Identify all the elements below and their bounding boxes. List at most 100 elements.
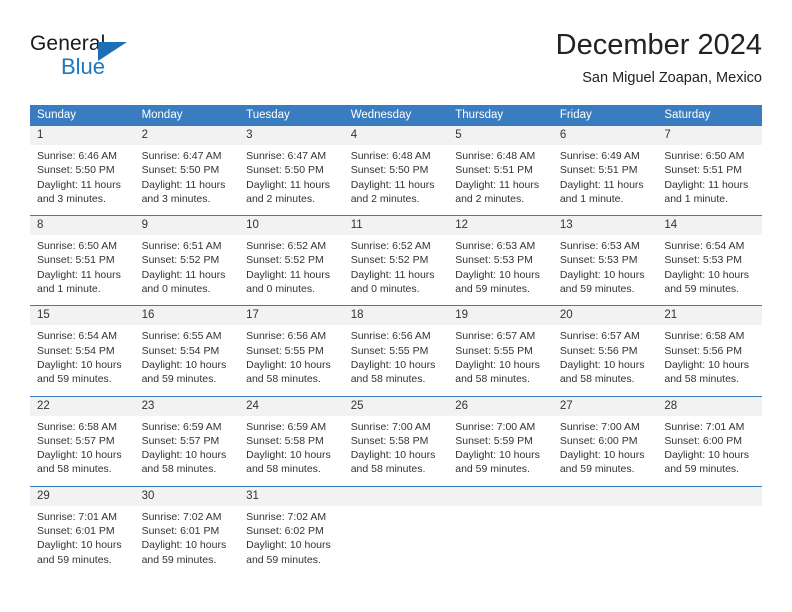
general-blue-logo[interactable]: General Blue	[30, 32, 200, 90]
day-number-band	[343, 486, 449, 506]
calendar-day-cell[interactable]: 2 Sunrise: 6:47 AM Sunset: 5:50 PM Daylight…	[134, 126, 240, 216]
day-number	[344, 487, 449, 490]
calendar-day-cell[interactable]: 19 Sunrise: 6:57 AM Sunset: 5:55 PM Dayligh…	[448, 305, 553, 397]
day-cell-body: Sunrise: 6:56 AM Sunset: 5:55 PM Daylight:…	[239, 325, 344, 396]
day-cell-body	[343, 505, 449, 575]
sunset-text: Sunset: 5:55 PM	[350, 344, 429, 357]
day-number: 28	[664, 399, 678, 412]
day-number: 23	[141, 399, 155, 412]
calendar-day-cell[interactable]: 20 Sunrise: 6:57 AM Sunset: 5:56 PM Dayligh…	[552, 305, 658, 397]
daylight-text-line2: and 58 minutes.	[455, 373, 530, 386]
daylight-text-line2: and 58 minutes.	[559, 373, 635, 386]
calendar-day-cell[interactable]: 6 Sunrise: 6:49 AM Sunset: 5:51 PM Daylight…	[552, 126, 658, 216]
daylight-text-line2: and 0 minutes.	[246, 283, 316, 296]
daylight-text-line2: and 58 minutes.	[246, 463, 321, 476]
day-number-band: 2	[134, 126, 240, 145]
day-number-band	[552, 486, 658, 506]
day-number-band	[448, 486, 553, 506]
weekday-header-saturday: Saturday	[657, 105, 762, 126]
daylight-text-line1: Daylight: 11 hours	[37, 268, 121, 281]
calendar-day-cell[interactable]: 10 Sunrise: 6:52 AM Sunset: 5:52 PM Dayligh…	[239, 215, 344, 306]
calendar-day-cell[interactable]: 24 Sunrise: 6:59 AM Sunset: 5:58 PM Dayligh…	[239, 395, 344, 487]
sunrise-text: Sunrise: 6:48 AM	[350, 150, 431, 162]
calendar-day-cell[interactable]: 26 Sunrise: 7:00 AM Sunset: 5:59 PM Dayligh…	[448, 395, 553, 487]
day-number-band: 27	[552, 396, 658, 416]
daylight-text-line1: Daylight: 10 hours	[455, 449, 540, 462]
day-number: 24	[246, 399, 259, 412]
calendar-day-cell[interactable]: 1 Sunrise: 6:46 AM Sunset: 5:50 PM Daylight…	[30, 126, 135, 216]
sunset-text: Sunset: 5:58 PM	[350, 434, 429, 447]
day-number: 16	[141, 309, 155, 322]
daylight-text-line1: Daylight: 10 hours	[664, 268, 750, 281]
sunrise-text: Sunrise: 6:49 AM	[559, 150, 640, 162]
calendar-day-cell[interactable]: 27 Sunrise: 7:00 AM Sunset: 6:00 PM Dayligh…	[552, 395, 658, 487]
day-number: 6	[559, 129, 567, 141]
calendar-week-row: 15 Sunrise: 6:54 AM Sunset: 5:54 PM Dayligh…	[30, 305, 762, 397]
calendar-week-row: 8 Sunrise: 6:50 AM Sunset: 5:51 PM Daylight…	[30, 215, 762, 306]
day-cell-body: Sunrise: 7:00 AM Sunset: 5:59 PM Daylight:…	[448, 415, 553, 486]
calendar-day-cell[interactable]: 18 Sunrise: 6:56 AM Sunset: 5:55 PM Dayligh…	[343, 305, 449, 397]
calendar-day-cell[interactable]: 13 Sunrise: 6:53 AM Sunset: 5:53 PM Dayligh…	[552, 215, 658, 306]
calendar-day-cell[interactable]: 30 Sunrise: 7:02 AM Sunset: 6:01 PM Dayligh…	[134, 485, 240, 576]
calendar-day-cell[interactable]: 14 Sunrise: 6:54 AM Sunset: 5:53 PM Dayligh…	[657, 215, 762, 306]
calendar-day-cell[interactable]: 22 Sunrise: 6:58 AM Sunset: 5:57 PM Dayligh…	[30, 395, 135, 487]
calendar-day-cell[interactable]: 8 Sunrise: 6:50 AM Sunset: 5:51 PM Daylight…	[30, 215, 135, 306]
sunrise-text: Sunrise: 7:01 AM	[37, 510, 117, 523]
calendar-day-cell[interactable]: 7 Sunrise: 6:50 AM Sunset: 5:51 PM Daylight…	[657, 126, 762, 216]
day-number-band: 5	[448, 126, 553, 145]
calendar-day-cell[interactable]: 9 Sunrise: 6:51 AM Sunset: 5:52 PM Daylight…	[134, 215, 240, 306]
day-cell-body: Sunrise: 6:54 AM Sunset: 5:53 PM Daylight:…	[657, 235, 762, 306]
calendar-day-cell[interactable]: 25 Sunrise: 7:00 AM Sunset: 5:58 PM Dayligh…	[343, 395, 449, 487]
daylight-text-line1: Daylight: 10 hours	[350, 358, 436, 371]
day-number-band: 12	[448, 216, 553, 236]
calendar-day-cell[interactable]: 21 Sunrise: 6:58 AM Sunset: 5:56 PM Dayligh…	[657, 305, 762, 397]
daylight-text-line2: and 58 minutes.	[664, 373, 740, 386]
day-cell-body: Sunrise: 6:54 AM Sunset: 5:54 PM Daylight:…	[30, 325, 135, 396]
daylight-text-line1: Daylight: 11 hours	[246, 268, 330, 281]
day-cell-body: Sunrise: 6:57 AM Sunset: 5:55 PM Daylight:…	[448, 325, 553, 396]
day-number-band: 23	[134, 396, 240, 416]
calendar-day-cell[interactable]: 12 Sunrise: 6:53 AM Sunset: 5:53 PM Dayligh…	[448, 215, 553, 306]
calendar-day-cell[interactable]: 23 Sunrise: 6:59 AM Sunset: 5:57 PM Dayligh…	[134, 395, 240, 487]
sunrise-text: Sunrise: 7:02 AM	[246, 510, 327, 523]
weekday-header-row: Sunday Monday Tuesday Wednesday Thursday…	[30, 105, 762, 126]
calendar-body: 1 Sunrise: 6:46 AM Sunset: 5:50 PM Daylight…	[30, 126, 762, 576]
daylight-text-line2: and 59 minutes.	[559, 463, 635, 476]
daylight-text-line2: and 59 minutes.	[37, 553, 112, 566]
weekday-header-thursday: Thursday	[448, 105, 553, 126]
calendar-day-cell[interactable]: 4 Sunrise: 6:48 AM Sunset: 5:50 PM Daylight…	[343, 126, 449, 216]
weekday-header-tuesday: Tuesday	[239, 105, 344, 126]
calendar-day-cell[interactable]: 15 Sunrise: 6:54 AM Sunset: 5:54 PM Dayligh…	[30, 305, 135, 397]
daylight-text-line2: and 1 minute.	[664, 192, 729, 205]
day-number-band: 30	[134, 486, 240, 506]
daylight-text-line2: and 59 minutes.	[455, 283, 530, 296]
day-number	[553, 487, 658, 490]
sunset-text: Sunset: 5:58 PM	[246, 434, 324, 447]
sunrise-text: Sunrise: 6:55 AM	[141, 330, 222, 343]
day-number-band: 11	[343, 216, 449, 236]
calendar-day-cell[interactable]: 31 Sunrise: 7:02 AM Sunset: 6:02 PM Dayligh…	[239, 485, 344, 576]
day-number: 27	[559, 399, 573, 412]
calendar-day-cell[interactable]: 5 Sunrise: 6:48 AM Sunset: 5:51 PM Daylight…	[448, 126, 553, 216]
calendar-day-cell[interactable]: 29 Sunrise: 7:01 AM Sunset: 6:01 PM Dayligh…	[30, 485, 135, 576]
sunrise-text: Sunrise: 6:50 AM	[37, 240, 117, 253]
calendar-day-cell[interactable]: 17 Sunrise: 6:56 AM Sunset: 5:55 PM Dayligh…	[239, 305, 344, 397]
daylight-text-line1: Daylight: 11 hours	[559, 178, 644, 191]
sunset-text: Sunset: 5:51 PM	[559, 164, 638, 177]
sunrise-text: Sunrise: 7:00 AM	[455, 420, 536, 433]
day-cell-body	[657, 505, 762, 575]
calendar-day-cell[interactable]: 16 Sunrise: 6:55 AM Sunset: 5:54 PM Dayligh…	[134, 305, 240, 397]
daylight-text-line2: and 59 minutes.	[141, 373, 217, 386]
day-cell-body: Sunrise: 6:47 AM Sunset: 5:50 PM Daylight:…	[134, 145, 240, 216]
sunset-text: Sunset: 5:53 PM	[559, 254, 638, 267]
day-cell-body: Sunrise: 6:48 AM Sunset: 5:50 PM Daylight:…	[343, 145, 449, 216]
calendar-header-row: Sunday Monday Tuesday Wednesday Thursday…	[30, 105, 762, 126]
calendar-day-cell[interactable]: 3 Sunrise: 6:47 AM Sunset: 5:50 PM Daylight…	[239, 126, 344, 216]
day-number-band: 18	[343, 306, 449, 326]
day-cell-body: Sunrise: 6:48 AM Sunset: 5:51 PM Daylight:…	[448, 145, 553, 216]
daylight-text-line1: Daylight: 11 hours	[350, 178, 435, 191]
day-cell-body: Sunrise: 6:53 AM Sunset: 5:53 PM Daylight:…	[448, 235, 553, 306]
calendar-day-cell[interactable]: 11 Sunrise: 6:52 AM Sunset: 5:52 PM Dayligh…	[343, 215, 449, 306]
calendar-day-cell[interactable]: 28 Sunrise: 7:01 AM Sunset: 6:00 PM Dayligh…	[657, 395, 762, 487]
day-number: 26	[455, 399, 469, 412]
